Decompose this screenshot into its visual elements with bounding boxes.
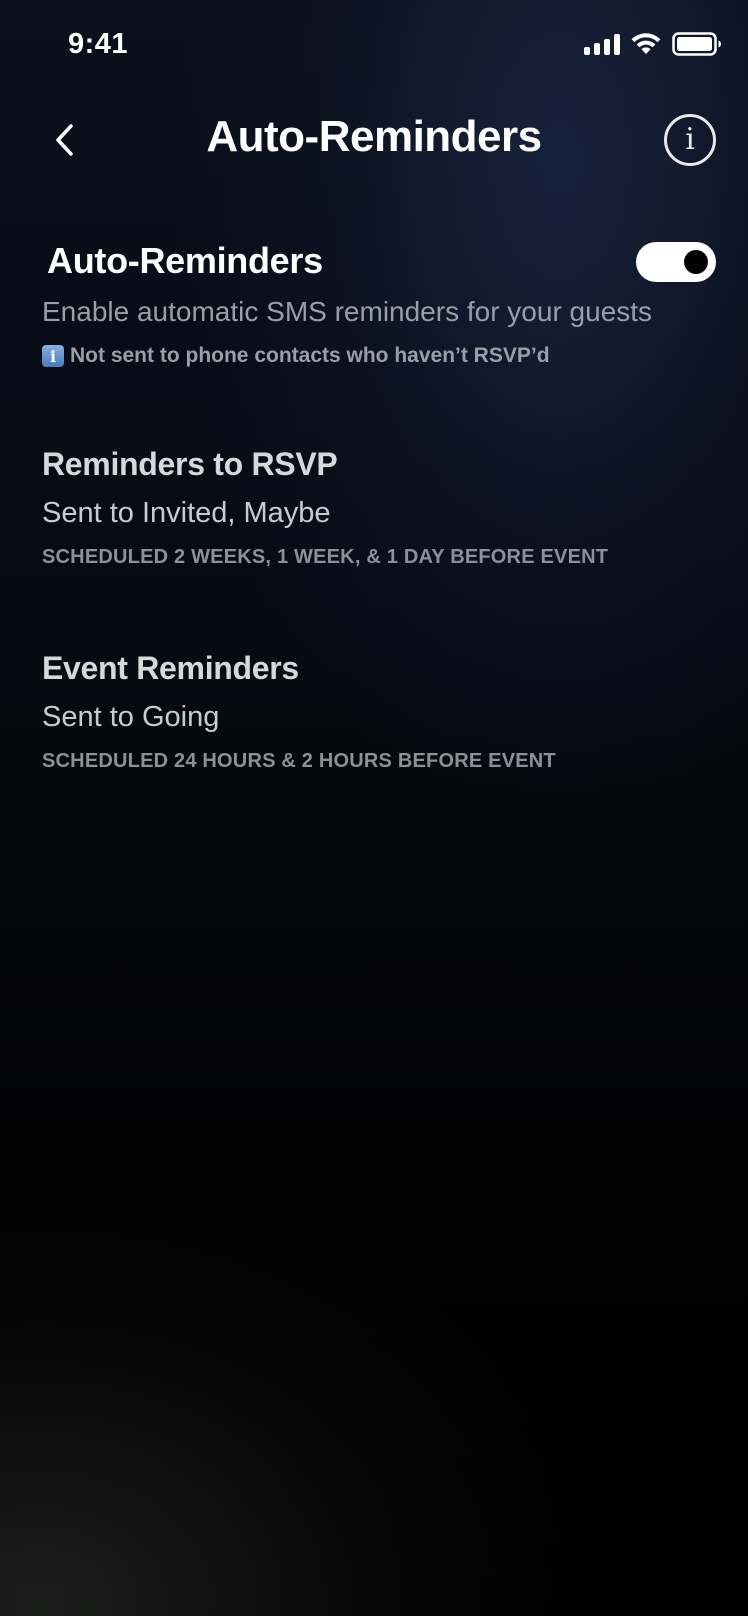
auto-reminders-screen: 9:41 Auto-Reminders i Auto-Reminders Ena… xyxy=(0,0,748,1616)
setting-title: Auto-Reminders xyxy=(47,240,323,281)
event-reminders-section: Event Reminders Sent to Going SCHEDULED … xyxy=(42,650,722,773)
rsvp-reminders-section: Reminders to RSVP Sent to Invited, Maybe… xyxy=(42,446,722,569)
note-text: Not sent to phone contacts who haven’t R… xyxy=(70,344,550,367)
section-schedule: SCHEDULED 2 WEEKS, 1 WEEK, & 1 DAY BEFOR… xyxy=(42,546,609,568)
info-square-icon: i xyxy=(42,345,64,367)
nav-header: Auto-Reminders i xyxy=(0,100,748,180)
page-title: Auto-Reminders xyxy=(206,112,542,161)
status-bar: 9:41 xyxy=(0,0,748,92)
setting-note: i Not sent to phone contacts who haven’t… xyxy=(42,344,550,368)
section-schedule: SCHEDULED 24 HOURS & 2 HOURS BEFORE EVEN… xyxy=(42,750,556,772)
toggle-knob xyxy=(684,250,708,274)
status-icons xyxy=(584,32,722,56)
section-recipients: Sent to Invited, Maybe xyxy=(42,497,331,529)
battery-icon xyxy=(672,32,722,56)
info-button[interactable]: i xyxy=(664,114,716,166)
info-circle-icon: i xyxy=(685,122,695,157)
section-title: Event Reminders xyxy=(42,650,299,686)
status-time: 9:41 xyxy=(68,28,129,60)
wifi-icon xyxy=(630,32,662,56)
auto-reminders-toggle[interactable] xyxy=(636,242,716,282)
setting-description: Enable automatic SMS reminders for your … xyxy=(42,296,653,327)
section-recipients: Sent to Going xyxy=(42,701,220,733)
cellular-signal-icon xyxy=(584,33,620,55)
section-title: Reminders to RSVP xyxy=(42,446,338,482)
